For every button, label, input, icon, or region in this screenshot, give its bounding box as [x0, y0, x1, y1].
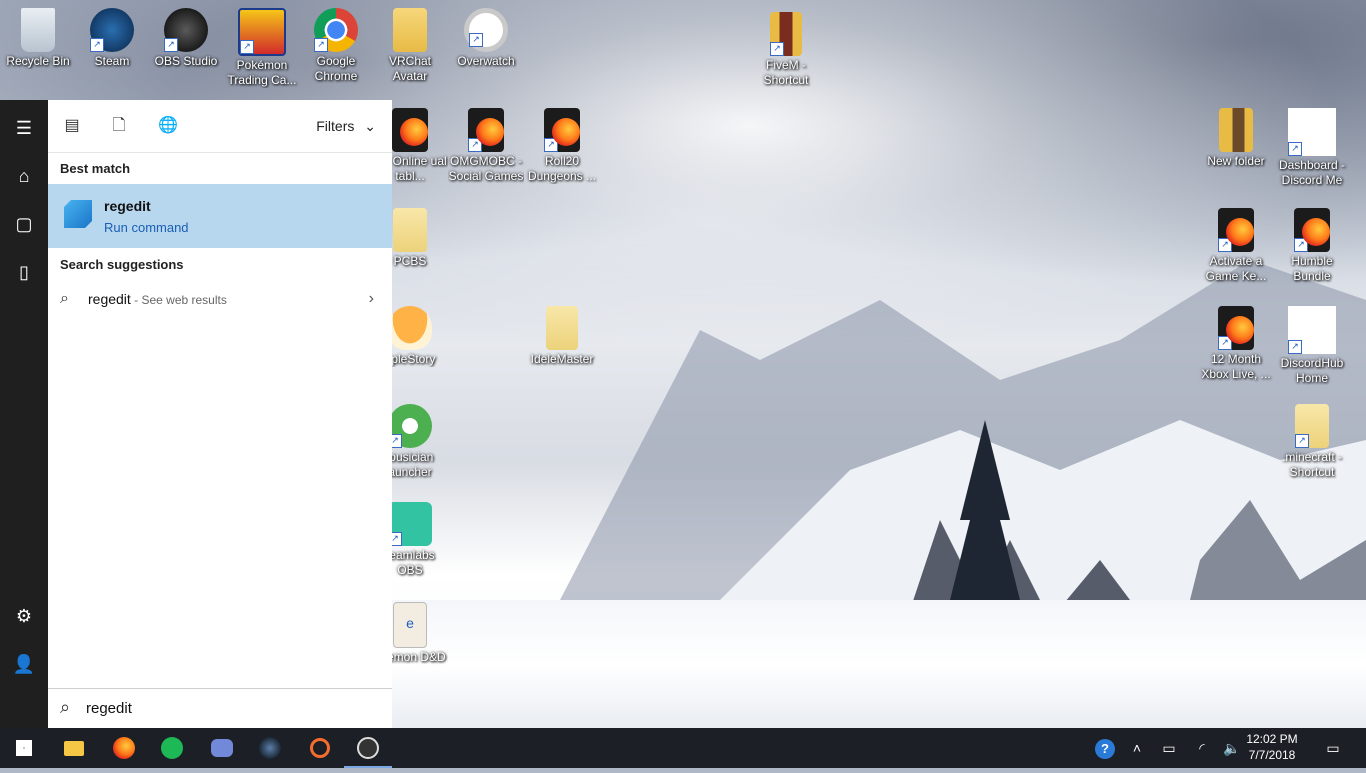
unity-icon[interactable]	[344, 728, 392, 768]
shortcut-arrow-icon: ↗	[1218, 336, 1232, 350]
shortcut-arrow-icon: ↗	[770, 42, 784, 56]
folder-icon	[393, 208, 427, 252]
battery-icon[interactable]: ▭	[1156, 728, 1182, 768]
pdf-icon: e	[393, 602, 427, 648]
search-panel: ▤ 🗋 🌐 Filters ⌄ Best match regedit Run c…	[48, 100, 392, 729]
desktop-icon-new-folder[interactable]: New folder	[1198, 108, 1274, 169]
firefox-doc-icon: ↗	[468, 108, 504, 152]
shortcut-arrow-icon: ↗	[468, 138, 482, 152]
home-icon[interactable]: ⌂	[0, 156, 48, 196]
shortcut-arrow-icon: ↗	[90, 38, 104, 52]
folder-icon: ↗	[1295, 404, 1329, 448]
yousician-icon: ↗	[388, 404, 432, 448]
firefox-doc-icon: ↗	[1218, 306, 1254, 350]
desktop-icon-activate-game-key[interactable]: ↗ Activate a Game Ke...	[1198, 208, 1274, 284]
spotify-icon[interactable]	[148, 728, 196, 768]
desktop-icon-vrchat-avatar[interactable]: VRChat Avatar	[372, 8, 448, 84]
desktop-icon-omgmobc[interactable]: ↗ OMGMOBC - Social Games	[448, 108, 524, 184]
documents-icon[interactable]: ▢	[0, 204, 48, 244]
maplestory-icon	[388, 306, 432, 350]
desktop-icon-roll20-dungeons[interactable]: ↗ Roll20 Dungeons ...	[524, 108, 600, 184]
filters-dropdown[interactable]: Filters ⌄	[316, 118, 376, 135]
action-center-icon[interactable]: ▭	[1318, 728, 1348, 768]
shortcut-arrow-icon: ↗	[544, 138, 558, 152]
system-clock[interactable]: 12:02 PM 7/7/2018	[1232, 731, 1312, 763]
shortcut-arrow-icon: ↗	[1294, 238, 1308, 252]
folder-icon	[1219, 108, 1253, 152]
desktop-icon-humble-bundle[interactable]: ↗ Humble Bundle	[1274, 208, 1350, 284]
documents-filter-icon[interactable]: 🗋	[107, 114, 131, 138]
web-suggestion-item[interactable]: ⌕ regedit - See web results ›	[48, 284, 392, 316]
desktop-icon-chrome[interactable]: ↗ Google Chrome	[298, 8, 374, 84]
pokemon-tcg-icon: ↗	[238, 8, 286, 56]
shortcut-arrow-icon: ↗	[164, 38, 178, 52]
wifi-icon[interactable]: ◜	[1188, 728, 1216, 768]
search-filter-toolbar: ▤ 🗋 🌐 Filters ⌄	[48, 100, 392, 153]
overwatch-icon: ↗	[464, 8, 508, 52]
discord-icon[interactable]	[198, 728, 246, 768]
help-icon[interactable]: ?	[1090, 728, 1120, 768]
chevron-right-icon: ›	[368, 290, 374, 307]
shortcut-arrow-icon: ↗	[1218, 238, 1232, 252]
firefox-doc-icon: ↗	[1218, 208, 1254, 252]
search-icon: ⌕	[60, 290, 69, 307]
best-match-heading: Best match	[60, 161, 131, 176]
desktop-icon-pokemon-tcg[interactable]: ↗ Pokémon Trading Ca...	[224, 8, 300, 88]
origin-icon[interactable]	[296, 728, 344, 768]
chrome-icon: ↗	[314, 8, 358, 52]
firefox-icon[interactable]	[100, 728, 148, 768]
desktop-icon-discordhub[interactable]: ↗ DiscordHub Home	[1274, 306, 1350, 386]
start-rail: ☰ ⌂ ▢ ▯ ⚙ 👤	[0, 100, 48, 728]
web-filter-icon[interactable]: 🌐	[156, 114, 180, 138]
suggestion-hint: - See web results	[130, 293, 227, 307]
show-hidden-icons-chevron[interactable]: ˄	[1124, 728, 1150, 768]
shortcut-arrow-icon: ↗	[240, 40, 254, 54]
hamburger-icon[interactable]: ☰	[0, 108, 48, 148]
shortcut-arrow-icon: ↗	[1288, 142, 1302, 156]
desktop-icon-fivem[interactable]: ↗ FiveM - Shortcut	[748, 12, 824, 88]
recycle-bin-icon	[21, 8, 55, 52]
search-input[interactable]	[86, 697, 366, 719]
folder-icon	[393, 8, 427, 52]
discord-doc-icon: ↗	[1288, 108, 1336, 156]
taskbar: ? ˄ ▭ ◜ 🔈 12:02 PM 7/7/2018 ▭	[0, 728, 1366, 768]
firefox-doc-icon: ↗	[544, 108, 580, 152]
file-explorer-icon[interactable]	[50, 728, 98, 768]
chevron-down-icon: ⌄	[364, 118, 376, 134]
search-box[interactable]: ⌕	[48, 688, 392, 729]
folder-icon: ↗	[770, 12, 802, 56]
folder-icon	[546, 306, 578, 350]
discord-doc-icon: ↗	[1288, 306, 1336, 354]
desktop-icon-dashboard-discord[interactable]: ↗ Dashboard - Discord Me	[1274, 108, 1350, 188]
shortcut-arrow-icon: ↗	[469, 33, 483, 47]
obs-icon: ↗	[164, 8, 208, 52]
device-icon[interactable]: ▯	[0, 252, 48, 292]
windows-start-icon[interactable]	[0, 728, 48, 768]
desktop-icon-steam[interactable]: ↗ Steam	[74, 8, 150, 69]
streamlabs-icon: ↗	[388, 502, 432, 546]
steam-taskbar-icon[interactable]	[246, 728, 294, 768]
feedback-icon[interactable]: 👤	[0, 644, 48, 684]
steam-icon: ↗	[90, 8, 134, 52]
settings-gear-icon[interactable]: ⚙	[0, 596, 48, 636]
shortcut-arrow-icon: ↗	[1295, 434, 1309, 448]
desktop-icon-idelemaster[interactable]: IdeleMaster	[524, 306, 600, 367]
desktop-icon-xbox-live[interactable]: ↗ 12 Month Xbox Live, ...	[1198, 306, 1274, 382]
shortcut-arrow-icon: ↗	[314, 38, 328, 52]
firefox-doc-icon: ↗	[1294, 208, 1330, 252]
search-suggestions-heading: Search suggestions	[60, 257, 184, 272]
shortcut-arrow-icon: ↗	[1288, 340, 1302, 354]
desktop-icon-minecraft[interactable]: ↗ .minecraft - Shortcut	[1274, 404, 1350, 480]
suggestion-text: regedit	[88, 291, 131, 307]
best-match-result[interactable]: regedit Run command	[48, 184, 392, 248]
regedit-icon	[64, 200, 92, 228]
search-icon: ⌕	[60, 697, 71, 717]
desktop-icon-obs[interactable]: ↗ OBS Studio	[148, 8, 224, 69]
firefox-doc-icon	[392, 108, 428, 152]
apps-filter-icon[interactable]: ▤	[60, 114, 84, 138]
desktop-icon-overwatch[interactable]: ↗ Overwatch	[448, 8, 524, 69]
desktop-icon-recycle-bin[interactable]: Recycle Bin	[0, 8, 76, 69]
